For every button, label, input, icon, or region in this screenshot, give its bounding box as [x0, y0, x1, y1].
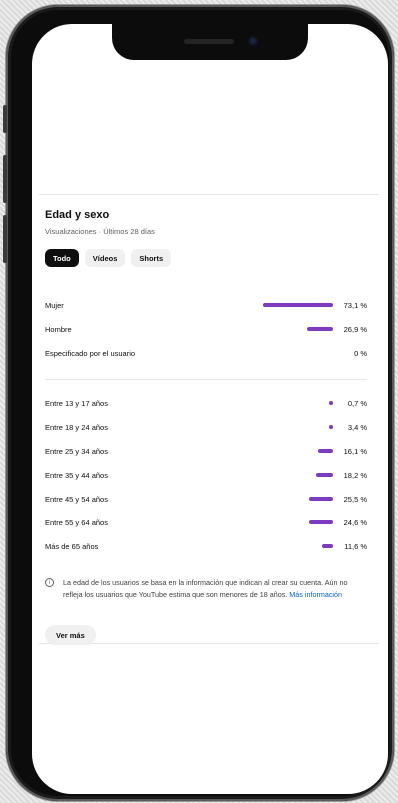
speaker	[184, 39, 234, 44]
side-button	[3, 215, 7, 263]
row-value: 24,6 %	[343, 517, 367, 527]
chip-videos[interactable]: Vídeos	[84, 249, 126, 267]
phone-frame: Edad y sexo Visualizaciones · Últimos 28…	[3, 5, 394, 801]
bar-track	[259, 324, 333, 334]
bar-fill	[315, 473, 333, 477]
row-value: 26,9 %	[343, 324, 367, 334]
side-button	[3, 155, 7, 203]
chip-shorts[interactable]: Shorts	[131, 249, 172, 267]
row-value: 0 %	[354, 348, 367, 358]
row-label: Hombre	[45, 324, 72, 334]
bar-fill	[329, 401, 333, 405]
phone-screen: Edad y sexo Visualizaciones · Últimos 28…	[32, 24, 388, 794]
info-note: i La edad de los usuarios se basa en la …	[45, 577, 367, 600]
bar-fill	[321, 544, 333, 548]
age-row: Entre 35 y 44 años 18,2 %	[45, 468, 367, 482]
gender-row-user-specified: Especificado por el usuario 0 %	[45, 346, 367, 360]
bar-fill	[307, 327, 333, 331]
bar-track	[259, 300, 333, 310]
section-title: Edad y sexo	[45, 209, 110, 221]
bar-fill	[309, 520, 333, 524]
bar-fill	[308, 497, 333, 501]
front-camera	[248, 36, 258, 46]
bar-track	[259, 541, 333, 551]
age-row: Entre 45 y 54 años 25,5 %	[45, 492, 367, 506]
chip-all[interactable]: Todo	[45, 249, 79, 267]
row-label: Entre 35 y 44 años	[45, 470, 108, 480]
row-label: Mujer	[45, 300, 64, 310]
info-icon: i	[45, 578, 54, 587]
filter-chips: Todo Vídeos Shorts	[45, 249, 172, 267]
row-value: 3,4 %	[347, 422, 367, 432]
bar-track	[259, 422, 333, 432]
row-label: Entre 25 y 34 años	[45, 446, 108, 456]
row-value: 11,6 %	[344, 541, 367, 551]
bar-track	[259, 494, 333, 504]
info-text: La edad de los usuarios se basa en la in…	[63, 577, 367, 600]
bar-track	[259, 470, 333, 480]
bar-fill	[329, 425, 333, 429]
row-value: 73,1 %	[343, 300, 367, 310]
age-row: Entre 13 y 17 años 0,7 %	[45, 396, 367, 410]
section-subtitle: Visualizaciones · Últimos 28 días	[45, 227, 155, 236]
age-gender-card: Edad y sexo Visualizaciones · Últimos 28…	[39, 194, 379, 645]
age-row: Entre 55 y 64 años 24,6 %	[45, 515, 367, 529]
notch	[112, 24, 308, 60]
bar-fill	[317, 449, 333, 453]
bar-track	[259, 446, 333, 456]
row-value: 0,7 %	[347, 398, 367, 408]
gender-row-female: Mujer 73,1 %	[45, 298, 367, 312]
row-label: Entre 55 y 64 años	[45, 517, 108, 527]
bar-fill	[262, 303, 333, 307]
row-value: 18,2 %	[343, 470, 367, 480]
row-label: Más de 65 años	[45, 541, 99, 551]
row-label: Especificado por el usuario	[45, 348, 136, 358]
see-more-button[interactable]: Ver más	[45, 625, 96, 645]
row-label: Entre 18 y 24 años	[45, 422, 108, 432]
more-info-link[interactable]: Más información	[289, 590, 342, 599]
age-row: Más de 65 años 11,6 %	[45, 539, 367, 553]
bar-track	[259, 517, 333, 527]
age-row: Entre 18 y 24 años 3,4 %	[45, 420, 367, 434]
row-label: Entre 45 y 54 años	[45, 494, 108, 504]
age-row: Entre 25 y 34 años 16,1 %	[45, 444, 367, 458]
row-value: 25,5 %	[343, 494, 367, 504]
row-label: Entre 13 y 17 años	[45, 398, 108, 408]
side-button	[3, 105, 7, 133]
bar-track	[259, 398, 333, 408]
bar-track	[259, 348, 333, 358]
row-value: 16,1 %	[343, 446, 367, 456]
divider	[45, 379, 367, 380]
gender-row-male: Hombre 26,9 %	[45, 322, 367, 336]
